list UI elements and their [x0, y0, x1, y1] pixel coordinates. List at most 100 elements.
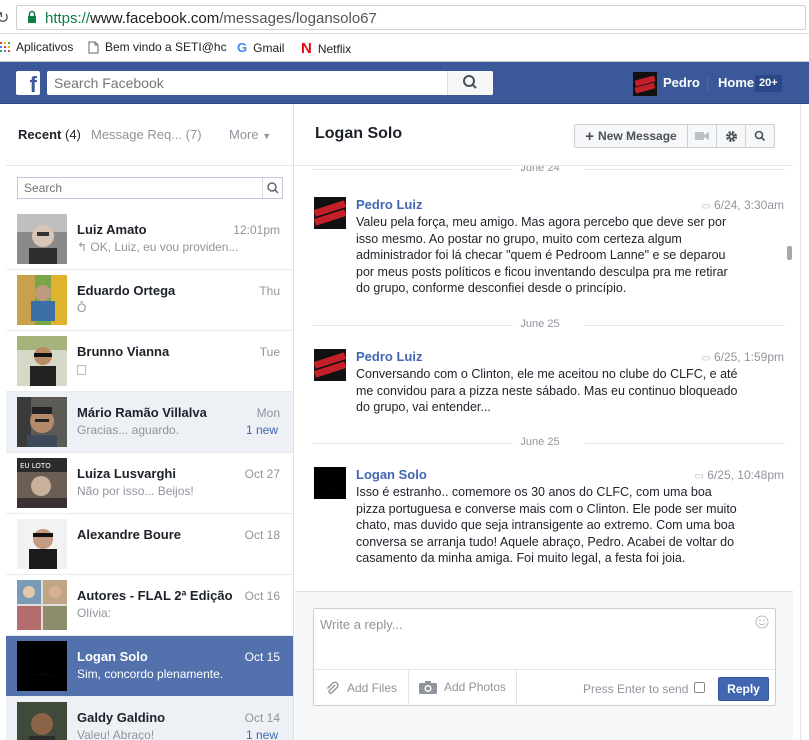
bookmark-seti[interactable]: Bem vindo a SETI@hc [88, 40, 227, 54]
svg-text:EU LOTO: EU LOTO [20, 462, 51, 470]
add-photos-button[interactable]: Add Photos [419, 680, 506, 694]
divider [408, 670, 409, 706]
chat-bubble-icon: ▭ [694, 471, 704, 482]
home-link[interactable]: Home [718, 75, 754, 90]
press-enter-label: Press Enter to send [583, 682, 689, 696]
header-divider [707, 76, 708, 92]
paperclip-icon [327, 681, 339, 694]
date-divider: June 24 [295, 166, 785, 174]
avatar [17, 702, 67, 740]
message-sender[interactable]: Logan Solo [356, 467, 427, 482]
camera-icon [419, 681, 437, 694]
avatar [17, 519, 67, 569]
bookmark-netflix[interactable]: N Netflix [301, 40, 351, 57]
date-divider: June 25 [295, 436, 785, 448]
thread-item[interactable]: Eduardo Ortega Thu Ô [6, 270, 293, 331]
emoji-icon[interactable] [755, 615, 769, 629]
facebook-search-input[interactable] [47, 71, 447, 95]
message: Logan Solo ▭ 6/25, 10:48pm Isso é estran… [314, 467, 786, 591]
thread-search [17, 177, 283, 199]
thread-list: Luiz Amato 12:01pm ↰ OK, Luiz, eu vou pr… [6, 209, 293, 740]
url-text: https://www.facebook.com/messages/logans… [45, 10, 377, 27]
page-scrollbar-track[interactable] [800, 104, 809, 740]
settings-button[interactable] [716, 125, 745, 147]
apps-grid-icon [0, 42, 10, 52]
facebook-search [47, 71, 493, 95]
avatar [17, 214, 67, 264]
avatar: EU LOTO [17, 458, 67, 508]
search-icon [754, 130, 766, 142]
avatar[interactable] [314, 467, 346, 499]
thread-item[interactable]: Luiz Amato 12:01pm ↰ OK, Luiz, eu vou pr… [6, 209, 293, 270]
message-text: Conversando com o Clinton, ele me aceito… [356, 367, 738, 415]
new-count-badge: 1 new [245, 423, 278, 437]
composer: Write a reply... Add Files Add Photos Pr… [295, 591, 793, 740]
new-count-badge: 1 new [245, 728, 278, 740]
avatar [17, 397, 67, 447]
reply-input[interactable]: Write a reply... [320, 617, 403, 632]
thread-item[interactable]: Mário Ramão Villalva Mon Gracias... agua… [6, 392, 293, 453]
reply-button[interactable]: Reply [718, 677, 769, 701]
thread-item[interactable]: EU LOTO Luiza Lusvarghi Oct 27 Não por i… [6, 453, 293, 514]
thread-item[interactable]: Brunno Vianna Tue [6, 331, 293, 392]
caret-down-icon: ▼ [262, 131, 272, 141]
message-sender[interactable]: Pedro Luiz [356, 349, 422, 364]
tab-recent[interactable]: Recent (4) [18, 127, 81, 142]
browser-address-bar: ↻ https://www.facebook.com/messages/loga… [0, 0, 809, 34]
thread-search-input[interactable] [18, 178, 258, 198]
plus-icon: + [585, 127, 595, 145]
press-enter-checkbox[interactable] [694, 682, 705, 693]
google-icon: G [237, 40, 248, 55]
message-history: June 24 Pedro Luiz ▭ 6/24, 3:30am Valeu … [295, 166, 793, 591]
thread-item[interactable]: Alexandre Boure Oct 18 [6, 514, 293, 575]
bookmark-apps[interactable]: Aplicativos [0, 40, 73, 54]
home-notification-badge: 20+ [755, 75, 782, 92]
thread-list-panel: Recent (4) Message Req... (7) More ▼ Lui… [6, 104, 294, 740]
bookmark-gmail[interactable]: G Gmail [237, 40, 284, 55]
conversation-toolbar: + New Message [574, 124, 775, 148]
thread-item[interactable]: Galdy Galdino Oct 14 Valeu! Abraço! 1 ne… [6, 697, 293, 740]
date-divider: June 25 [295, 318, 785, 330]
attachment-placeholder-icon [77, 365, 86, 375]
lock-icon [28, 10, 36, 23]
tab-message-requests[interactable]: Message Req... (7) [91, 127, 202, 142]
message-time: ▭ 6/25, 10:48pm [694, 468, 784, 482]
avatar[interactable] [314, 197, 346, 229]
chat-bubble-icon: ▭ [701, 353, 711, 364]
search-icon[interactable] [262, 178, 282, 198]
gear-icon [725, 130, 737, 142]
conversation-header: Logan Solo + New Message [295, 104, 793, 166]
add-files-button[interactable]: Add Files [324, 680, 397, 696]
search-conversation-button[interactable] [745, 125, 774, 147]
avatar[interactable] [314, 349, 346, 381]
avatar [17, 641, 67, 691]
avatar[interactable] [633, 72, 657, 96]
message-time: ▭ 6/24, 3:30am [701, 198, 784, 212]
chat-bubble-icon: ▭ [701, 201, 711, 212]
search-button[interactable] [447, 71, 493, 95]
thread-list-header: Recent (4) Message Req... (7) More ▼ [6, 104, 293, 166]
profile-name-link[interactable]: Pedro [663, 75, 700, 90]
message-text: Isso é estranho.. comemore os 30 anos do… [356, 485, 737, 566]
message: Pedro Luiz ▭ 6/25, 1:59pm Conversando co… [314, 349, 786, 419]
avatar [17, 275, 67, 325]
message: Pedro Luiz ▭ 6/24, 3:30am Valeu pela for… [314, 197, 786, 307]
tab-more[interactable]: More ▼ [229, 127, 271, 142]
page-icon [88, 41, 99, 53]
facebook-logo-icon[interactable]: f [16, 71, 40, 95]
thread-item[interactable]: Autores - FLAL 2ª Edição Oct 16 Olívia: [6, 575, 293, 636]
conversation-panel: Logan Solo + New Message June 24 Pedro Lu… [295, 104, 793, 740]
reload-icon[interactable]: ↻ [0, 8, 9, 28]
thread-item[interactable]: Logan Solo Oct 15 Sim, concordo plenamen… [6, 636, 293, 697]
netflix-icon: N [301, 40, 312, 57]
facebook-header: f Pedro Home 20+ [0, 62, 809, 104]
message-scrollbar[interactable] [787, 246, 792, 260]
message-sender[interactable]: Pedro Luiz [356, 197, 422, 212]
url-field[interactable]: https://www.facebook.com/messages/logans… [16, 5, 806, 30]
video-call-button[interactable] [687, 125, 716, 147]
bookmarks-bar: Aplicativos Bem vindo a SETI@hc G Gmail … [0, 34, 809, 62]
avatar [17, 336, 67, 386]
new-message-button[interactable]: + New Message [575, 125, 687, 147]
divider [516, 670, 517, 706]
avatar [17, 580, 67, 630]
